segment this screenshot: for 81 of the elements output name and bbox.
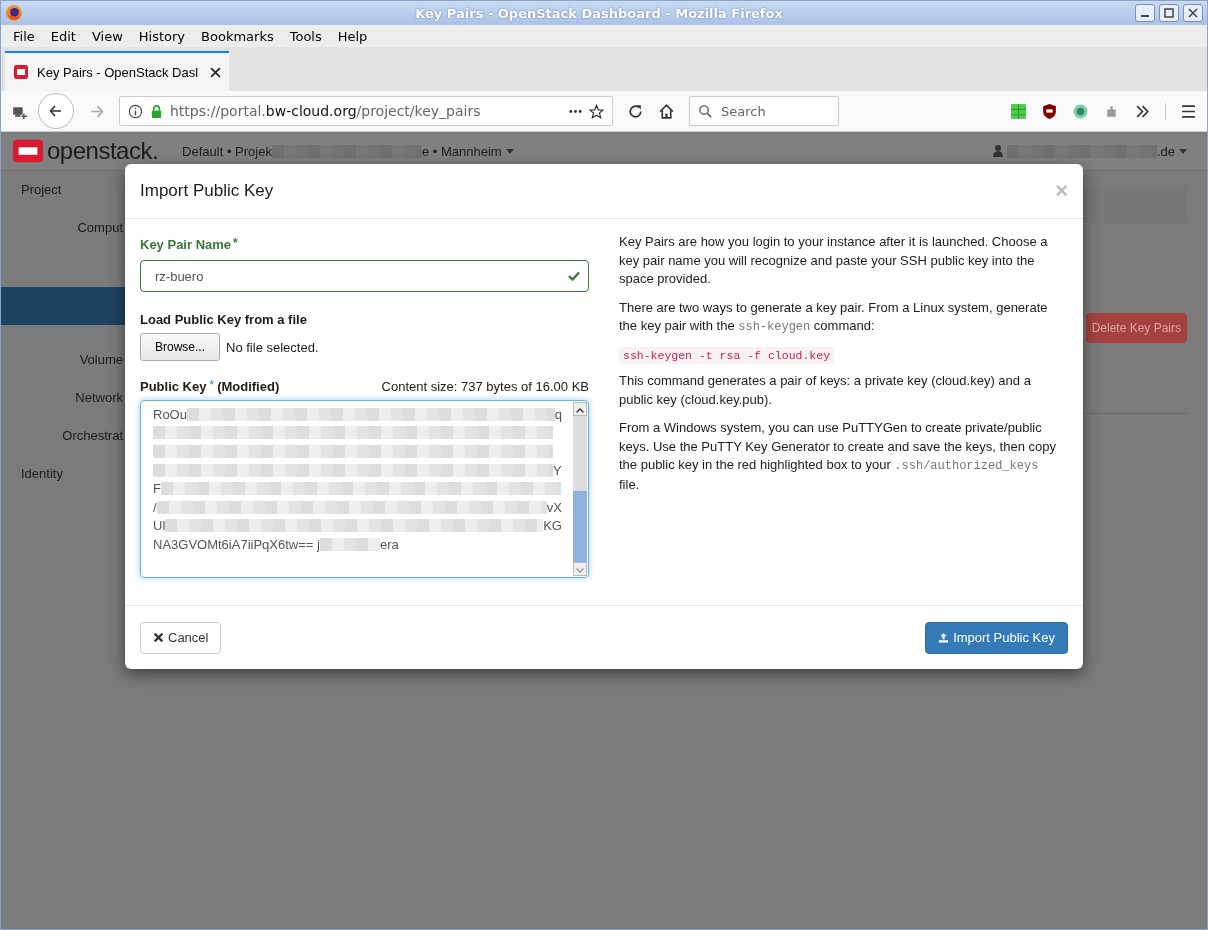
close-button[interactable] [1183,4,1203,22]
dialog-title: Import Public Key [140,181,274,201]
sidebar-item[interactable]: Network [1,379,123,417]
menu-icon[interactable] [1165,102,1197,120]
menu-item[interactable]: Tools [281,28,330,44]
key-text: / [153,499,157,515]
menu-item[interactable]: Help [329,28,376,44]
user-icon [992,145,1003,157]
maximize-button[interactable] [1159,4,1179,22]
key-text: q [554,406,562,422]
close-icon [153,632,164,643]
close-icon[interactable] [210,66,221,78]
help-paragraph: Key Pairs are how you login to your instance after it is launched. Choose a key pair name you will recognize and paste your SSH public key into the space provided. [619,233,1049,289]
name-field-frame[interactable]: rz-buero [140,260,589,292]
caret-icon [505,148,514,154]
menu-item[interactable]: Bookmarks [193,28,282,44]
project-selector[interactable]: Default • Projek e • Mannheim [182,143,514,159]
shield-icon[interactable] [1041,102,1058,120]
help-paragraph: From a Windows system, you can use PuTTYGen to create private/public keys. Use the PuTTY Key Generator to create and save the keys, then copy the public key in the red highlighted box to your .ssh/authorized_keys file. [619,419,1057,494]
window-title: Key Pairs - OpenStack Dashboard - Mozilla Firefox [414,5,783,21]
browse-button[interactable]: Browse... [140,333,220,361]
key-text: Ul [153,518,166,534]
menu-item[interactable]: File [5,28,43,44]
browser-tab[interactable]: Key Pairs - OpenStack Dasl [5,51,229,91]
key-text: NA3GVOMt6iA7iiPqX6tw== j [153,536,320,552]
back-icon [48,103,64,119]
scrollbar[interactable] [573,402,587,576]
tab-title: Key Pairs - OpenStack Dasl [37,64,200,80]
check-icon [568,271,580,281]
menu-item[interactable]: View [83,28,131,44]
target-icon[interactable] [1072,102,1089,120]
url-text: https://portal.bw-cloud.org/project/key_pairs [170,103,481,119]
star-icon[interactable] [589,103,604,119]
search-field[interactable]: Search [719,102,823,120]
maximize-icon [1164,8,1174,18]
key-text: RoOu [153,406,187,422]
public-key-field[interactable]: RoOu q Y F / vX Ul KG NA3GVOMt6iA7iiPqX6tw== j era [140,400,589,578]
command-snippet: ssh-keygen -t rsa -f cloud.key [619,346,835,364]
blurred-text [319,537,380,551]
openstack-logo-icon [13,139,43,163]
scroll-up-icon[interactable] [576,408,584,413]
lock-icon [149,103,164,119]
key-text: era [379,536,399,552]
search-icon [698,103,713,119]
sidebar-item[interactable]: Orchestrat [1,417,123,455]
minimize-button[interactable] [1135,4,1155,22]
minimize-icon [1141,15,1149,17]
sidebar-item[interactable]: Volume [1,341,123,379]
modified-label: (Modified) [217,379,280,394]
field-label: Key Pair Name [140,237,232,252]
info-icon [128,103,143,119]
key-text: Y [553,462,562,478]
spreadsheet-icon[interactable] [1010,102,1027,120]
file-status: No file selected. [226,339,319,355]
key-text: KG [543,518,562,534]
reload-icon[interactable] [627,102,644,120]
user-menu[interactable]: .de [992,143,1187,159]
help-paragraph: There are two ways to generate a key pair. From a Linux system, generate the key pair with the ssh-keygen command: [619,298,1049,337]
import-button[interactable]: Import Public Key [925,621,1068,654]
firefox-icon [5,4,23,22]
logo-text[interactable]: openstack. [47,137,159,165]
field-label: Load Public Key from a file [140,312,308,327]
caret-icon [1179,148,1187,154]
key-text: vX [546,499,562,515]
key-text: F [153,481,161,497]
required-mark: * [209,379,215,391]
sidebar-item[interactable]: Comput [1,209,123,247]
close-icon [1188,8,1198,18]
search-box[interactable]: Search [689,96,839,126]
openstack-icon [13,64,29,80]
menu-item[interactable]: History [130,28,194,44]
content-size: Content size: 737 bytes of 16.00 KB [381,379,589,394]
upload-icon [938,632,950,643]
cancel-button[interactable]: Cancel [140,621,222,654]
field-label: Public Key [140,379,207,394]
help-paragraph: This command generates a pair of keys: a private key (cloud.key) and a public key (cloud.key.pub). [619,371,1032,409]
back-button[interactable] [38,93,74,129]
home-icon[interactable] [658,102,675,120]
address-bar[interactable]: https://portal.bw-cloud.org/project/key_pairs [119,96,613,126]
required-mark: * [233,237,238,249]
menu-item[interactable]: Edit [42,28,84,44]
